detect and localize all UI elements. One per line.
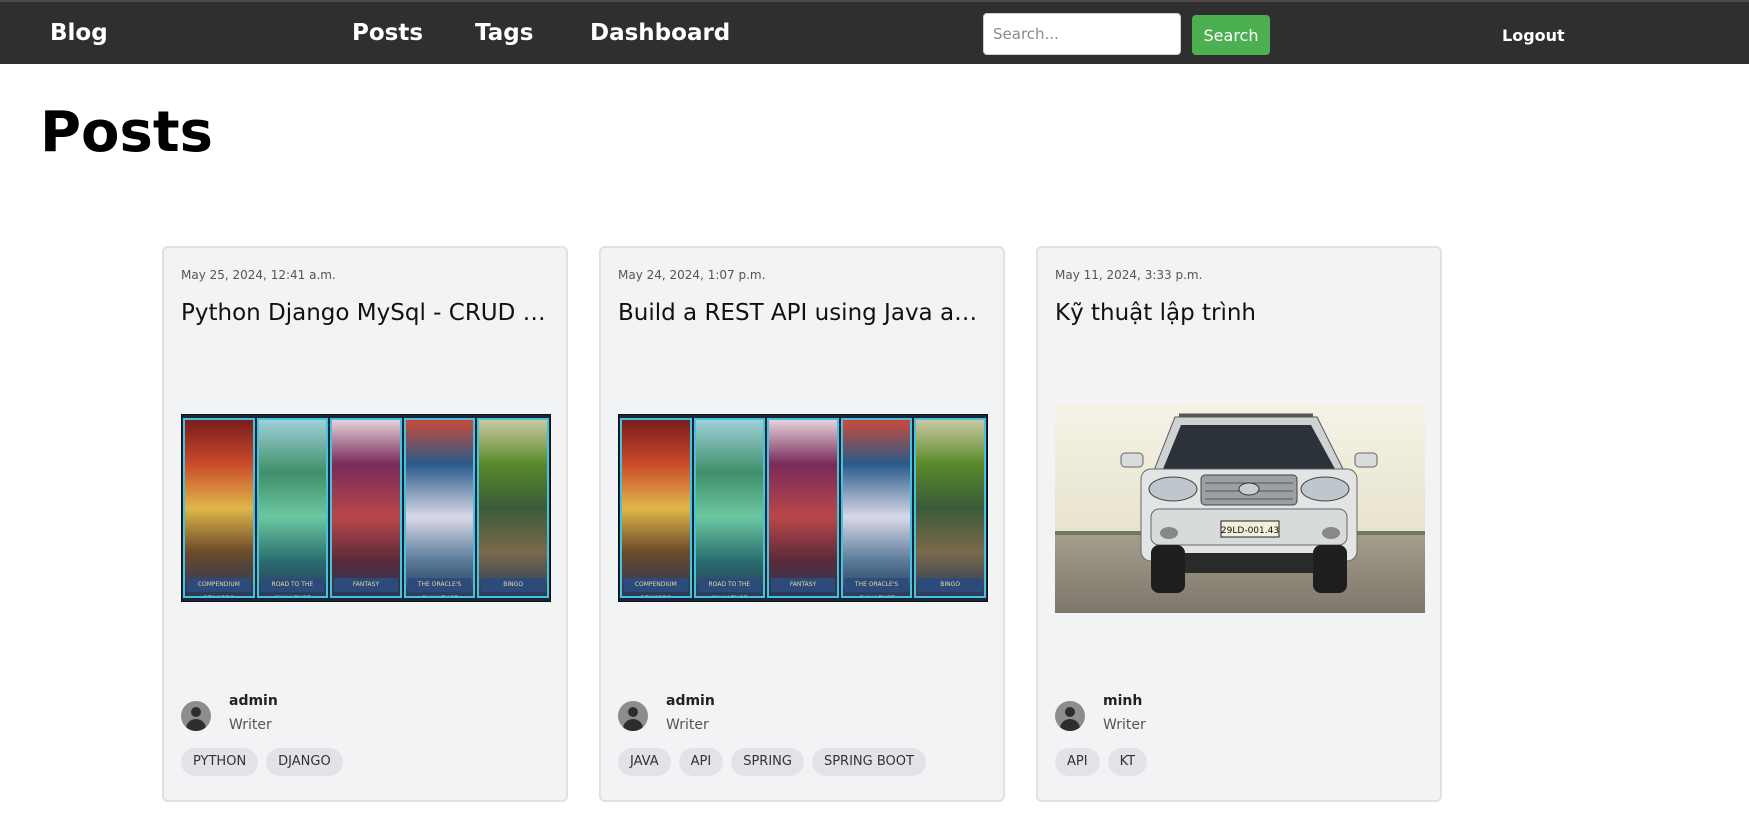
suv-photo: 29LD-001.43 <box>1055 403 1425 613</box>
avatar <box>1055 701 1085 731</box>
image-panel: THE ORACLE'S CHALLENGE <box>840 418 913 598</box>
author-name: minh <box>1103 693 1143 709</box>
panel-caption: FANTASY <box>771 578 835 592</box>
post-image[interactable]: 29LD-001.43 <box>1055 403 1425 613</box>
license-plate: 29LD-001.43 <box>1221 526 1279 536</box>
tag-django[interactable]: DJANGO <box>266 748 343 776</box>
post-author: admin Writer <box>181 693 481 743</box>
author-role: Writer <box>666 717 709 733</box>
search-button[interactable]: Search <box>1192 15 1270 55</box>
panel-caption: FANTASY <box>334 578 398 592</box>
post-date: May 11, 2024, 3:33 p.m. <box>1055 268 1203 282</box>
post-author: admin Writer <box>618 693 918 743</box>
nav-link-tags[interactable]: Tags <box>475 20 533 46</box>
author-name: admin <box>666 693 715 709</box>
image-panel: FANTASY <box>767 418 839 598</box>
author-role: Writer <box>229 717 272 733</box>
post-tags: API KT <box>1055 748 1148 776</box>
top-navbar: Blog Posts Tags Dashboard Search Logout <box>0 0 1749 64</box>
author-role: Writer <box>1103 717 1146 733</box>
post-tags: PYTHON DJANGO <box>181 748 343 776</box>
post-author: minh Writer <box>1055 693 1355 743</box>
panel-caption: ROAD TO THE CHALLENGE <box>260 578 325 596</box>
avatar <box>618 701 648 731</box>
image-panel: BINGO <box>477 418 549 598</box>
post-image[interactable]: COMPENDIUM REWARDS ROAD TO THE CHALLENGE… <box>618 414 988 602</box>
tag-spring[interactable]: SPRING <box>731 748 804 776</box>
post-title[interactable]: Kỹ thuật lập trình <box>1055 300 1427 326</box>
avatar <box>181 701 211 731</box>
post-title[interactable]: Python Django MySql - CRUD c... <box>181 300 553 326</box>
panel-caption: THE ORACLE'S CHALLENGE <box>407 578 472 596</box>
post-tags: JAVA API SPRING SPRING BOOT <box>618 748 926 776</box>
nav-link-posts[interactable]: Posts <box>352 20 423 46</box>
image-panel: COMPENDIUM REWARDS <box>183 418 255 598</box>
tag-python[interactable]: PYTHON <box>181 748 259 776</box>
panel-caption: BINGO <box>481 578 545 592</box>
post-card[interactable]: May 11, 2024, 3:33 p.m. Kỹ thuật lập trì… <box>1036 246 1442 802</box>
brand-link[interactable]: Blog <box>50 20 108 46</box>
post-card[interactable]: May 25, 2024, 12:41 a.m. Python Django M… <box>162 246 568 802</box>
panel-caption: COMPENDIUM REWARDS <box>187 578 251 596</box>
panel-caption: BINGO <box>918 578 982 592</box>
image-panel: COMPENDIUM REWARDS <box>620 418 692 598</box>
nav-link-dashboard[interactable]: Dashboard <box>590 20 730 46</box>
tag-kt[interactable]: KT <box>1107 748 1148 776</box>
image-panel: FANTASY <box>330 418 402 598</box>
search-input[interactable] <box>983 13 1181 55</box>
tag-java[interactable]: JAVA <box>618 748 671 776</box>
panel-caption: ROAD TO THE CHALLENGE <box>697 578 762 596</box>
image-panel: THE ORACLE'S CHALLENGE <box>403 418 476 598</box>
image-panel: ROAD TO THE CHALLENGE <box>256 418 329 598</box>
post-title[interactable]: Build a REST API using Java and... <box>618 300 990 326</box>
tag-api[interactable]: API <box>678 748 724 776</box>
panel-caption: COMPENDIUM REWARDS <box>624 578 688 596</box>
image-panel: BINGO <box>914 418 986 598</box>
panel-caption: THE ORACLE'S CHALLENGE <box>844 578 909 596</box>
page-title: Posts <box>40 100 213 165</box>
post-card[interactable]: May 24, 2024, 1:07 p.m. Build a REST API… <box>599 246 1005 802</box>
post-date: May 24, 2024, 1:07 p.m. <box>618 268 766 282</box>
tag-api[interactable]: API <box>1055 748 1100 776</box>
author-name: admin <box>229 693 278 709</box>
logout-link[interactable]: Logout <box>1502 26 1565 45</box>
tag-spring-boot[interactable]: SPRING BOOT <box>811 748 926 776</box>
post-image[interactable]: COMPENDIUM REWARDS ROAD TO THE CHALLENGE… <box>181 414 551 602</box>
image-panel: ROAD TO THE CHALLENGE <box>693 418 766 598</box>
post-date: May 25, 2024, 12:41 a.m. <box>181 268 336 282</box>
